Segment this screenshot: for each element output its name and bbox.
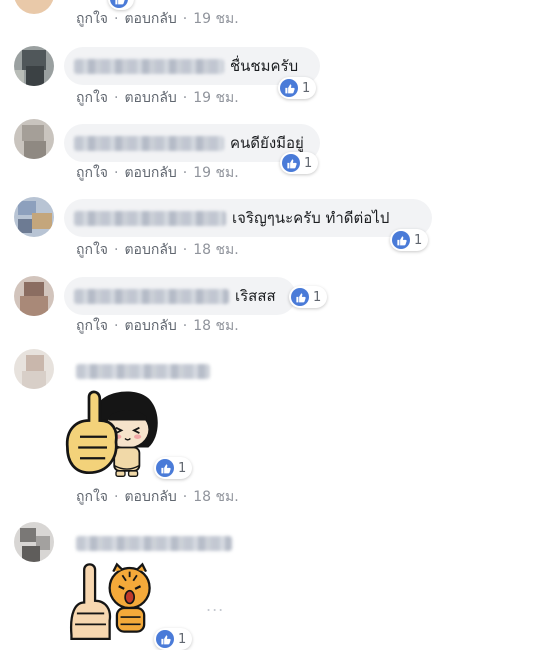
avatar[interactable] [14, 349, 54, 389]
reaction-count[interactable]: 1 [154, 628, 193, 650]
comment-actions: ถูกใจ · ตอบกลับ · 19 ชม. [76, 11, 239, 27]
reaction-number: 1 [414, 232, 423, 248]
avatar[interactable] [14, 276, 54, 316]
timestamp[interactable]: 18 ชม. [193, 242, 238, 258]
comment-actions: ถูกใจ · ตอบกลับ · 19 ชม. [76, 165, 239, 181]
like-icon [110, 0, 128, 8]
author-name[interactable] [74, 288, 229, 304]
timestamp[interactable]: 19 ชม. [193, 165, 238, 181]
reaction-number: 1 [313, 289, 322, 305]
like-icon [156, 459, 174, 477]
reaction-count[interactable]: 1 [289, 286, 328, 308]
more-indicator: ... [206, 596, 225, 615]
like-link[interactable]: ถูกใจ [76, 242, 108, 258]
author-name[interactable] [76, 364, 210, 379]
avatar[interactable] [14, 0, 54, 14]
reply-link[interactable]: ตอบกลับ [124, 11, 176, 27]
reaction-number: 1 [178, 631, 187, 647]
avatar[interactable] [14, 119, 54, 159]
comment-actions: ถูกใจ · ตอบกลับ · 18 ชม. [76, 489, 239, 505]
comment-actions: ถูกใจ · ตอบกลับ · 18 ชม. [76, 242, 239, 258]
timestamp[interactable]: 19 ชม. [193, 90, 238, 106]
reaction-count[interactable]: 1 [280, 152, 319, 174]
like-link[interactable]: ถูกใจ [76, 11, 108, 27]
comment-text: เริสสส [235, 287, 276, 305]
like-icon [156, 630, 174, 648]
avatar[interactable] [14, 197, 54, 237]
like-icon [280, 79, 298, 97]
author-name[interactable] [74, 210, 226, 226]
author-name[interactable] [74, 135, 224, 151]
like-icon [282, 154, 300, 172]
reaction-count[interactable]: 1 [154, 457, 193, 479]
timestamp[interactable]: 18 ชม. [193, 489, 238, 505]
comment-text: ชื่นชมครับ [230, 57, 299, 75]
reaction-number: 1 [302, 80, 311, 96]
like-link[interactable]: ถูกใจ [76, 165, 108, 181]
like-link[interactable]: ถูกใจ [76, 489, 108, 505]
author-name[interactable] [76, 536, 232, 551]
like-icon [392, 231, 410, 249]
like-icon [291, 288, 309, 306]
comment-actions: ถูกใจ · ตอบกลับ · 19 ชม. [76, 90, 239, 106]
reply-link[interactable]: ตอบกลับ [124, 242, 176, 258]
reaction-number: 1 [304, 155, 313, 171]
reply-link[interactable]: ตอบกลับ [124, 165, 176, 181]
comment-bubble: เจริญๆนะครับ ทำดีต่อไป [64, 199, 432, 237]
avatar[interactable] [14, 522, 54, 562]
comment-actions: ถูกใจ · ตอบกลับ · 18 ชม. [76, 318, 239, 334]
reaction-count[interactable]: 1 [278, 77, 317, 99]
thumbs-up-tiger-sticker[interactable] [66, 556, 166, 640]
like-link[interactable]: ถูกใจ [76, 90, 108, 106]
reaction-count[interactable]: 1 [390, 229, 429, 251]
reply-link[interactable]: ตอบกลับ [124, 318, 176, 334]
timestamp[interactable]: 19 ชม. [193, 11, 238, 27]
author-name[interactable] [74, 58, 224, 74]
timestamp[interactable]: 18 ชม. [193, 318, 238, 334]
avatar[interactable] [14, 46, 54, 86]
like-link[interactable]: ถูกใจ [76, 318, 108, 334]
reply-link[interactable]: ตอบกลับ [124, 90, 176, 106]
comment-bubble: เริสสส [64, 277, 296, 315]
reply-link[interactable]: ตอบกลับ [124, 489, 176, 505]
comment-text: เจริญๆนะครับ ทำดีต่อไป [232, 209, 390, 227]
reaction-count[interactable] [108, 0, 134, 10]
reaction-number: 1 [178, 460, 187, 476]
